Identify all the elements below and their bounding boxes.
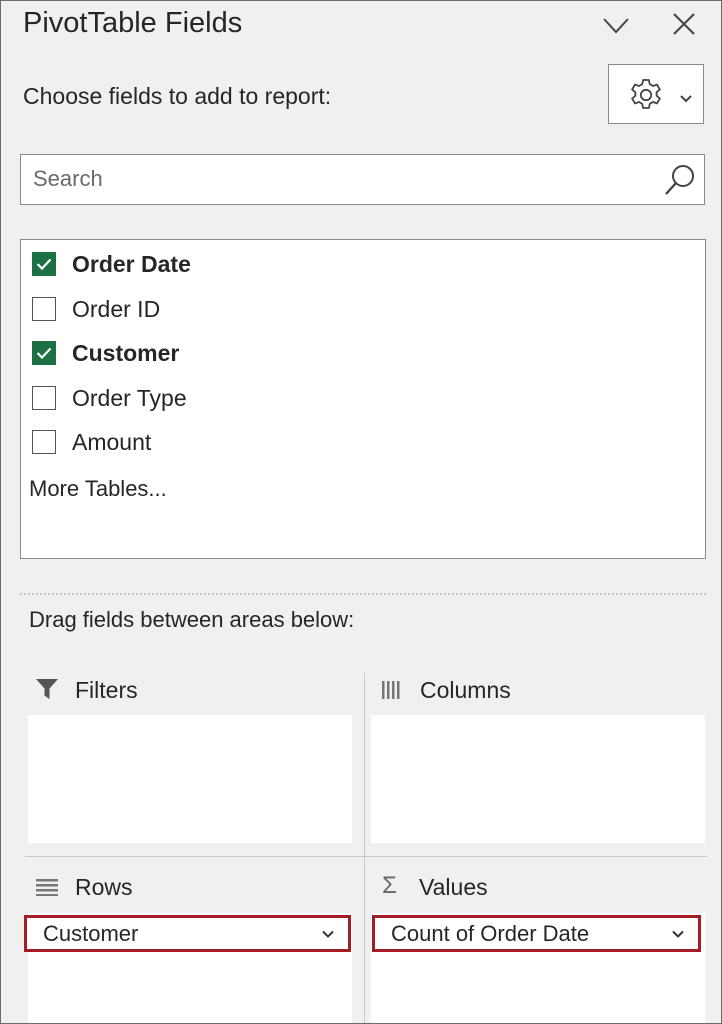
field-label: Customer (72, 339, 180, 366)
field-label: Order ID (72, 295, 161, 322)
field-list: Order Date Order ID Customer Order Type … (20, 239, 706, 559)
search-box[interactable] (20, 154, 705, 205)
columns-icon (381, 681, 403, 704)
filters-drop-zone[interactable] (28, 715, 352, 843)
field-order-date[interactable]: Order Date (32, 246, 191, 282)
chevron-down-icon[interactable] (672, 925, 684, 943)
pivottable-fields-pane: PivotTable Fields Choose fields to add t… (0, 0, 722, 1024)
columns-drop-zone[interactable] (371, 715, 705, 843)
drag-fields-label: Drag fields between areas below: (29, 607, 355, 632)
pane-title: PivotTable Fields (23, 7, 243, 39)
more-tables-link[interactable]: More Tables... (29, 476, 167, 502)
choose-fields-label: Choose fields to add to report: (23, 83, 332, 109)
area-divider-horizontal (25, 856, 707, 857)
area-divider-vertical (364, 673, 365, 1023)
field-label: Order Type (72, 384, 187, 411)
filter-icon (35, 677, 59, 706)
checkbox-checked[interactable] (32, 252, 56, 276)
checkbox-unchecked[interactable] (32, 430, 56, 454)
chevron-down-icon (680, 90, 692, 108)
field-customer[interactable]: Customer (32, 335, 179, 371)
pill-label: Customer (43, 920, 139, 946)
search-icon[interactable] (663, 163, 697, 202)
checkbox-unchecked[interactable] (32, 386, 56, 410)
field-label: Amount (72, 428, 152, 455)
rows-field-pill[interactable]: Customer (24, 915, 351, 952)
checkbox-checked[interactable] (32, 341, 56, 365)
rows-icon (36, 878, 58, 901)
sigma-icon: Σ (382, 872, 397, 899)
chevron-down-icon[interactable] (322, 925, 334, 943)
pill-label: Count of Order Date (391, 920, 590, 946)
field-label: Order Date (72, 250, 191, 277)
gear-icon (628, 77, 664, 118)
divider (20, 593, 706, 595)
field-amount[interactable]: Amount (32, 424, 151, 460)
field-order-type[interactable]: Order Type (32, 380, 187, 416)
field-order-id[interactable]: Order ID (32, 291, 160, 327)
rows-area-title: Rows (75, 874, 133, 900)
values-field-pill[interactable]: Count of Order Date (372, 915, 701, 952)
filters-area-title: Filters (75, 677, 138, 703)
values-area-title: Values (419, 874, 488, 900)
tools-button[interactable] (608, 64, 704, 124)
search-input[interactable] (33, 161, 653, 197)
columns-area-title: Columns (420, 677, 511, 703)
close-icon[interactable] (671, 11, 697, 37)
checkbox-unchecked[interactable] (32, 297, 56, 321)
chevron-down-icon[interactable] (601, 13, 631, 37)
